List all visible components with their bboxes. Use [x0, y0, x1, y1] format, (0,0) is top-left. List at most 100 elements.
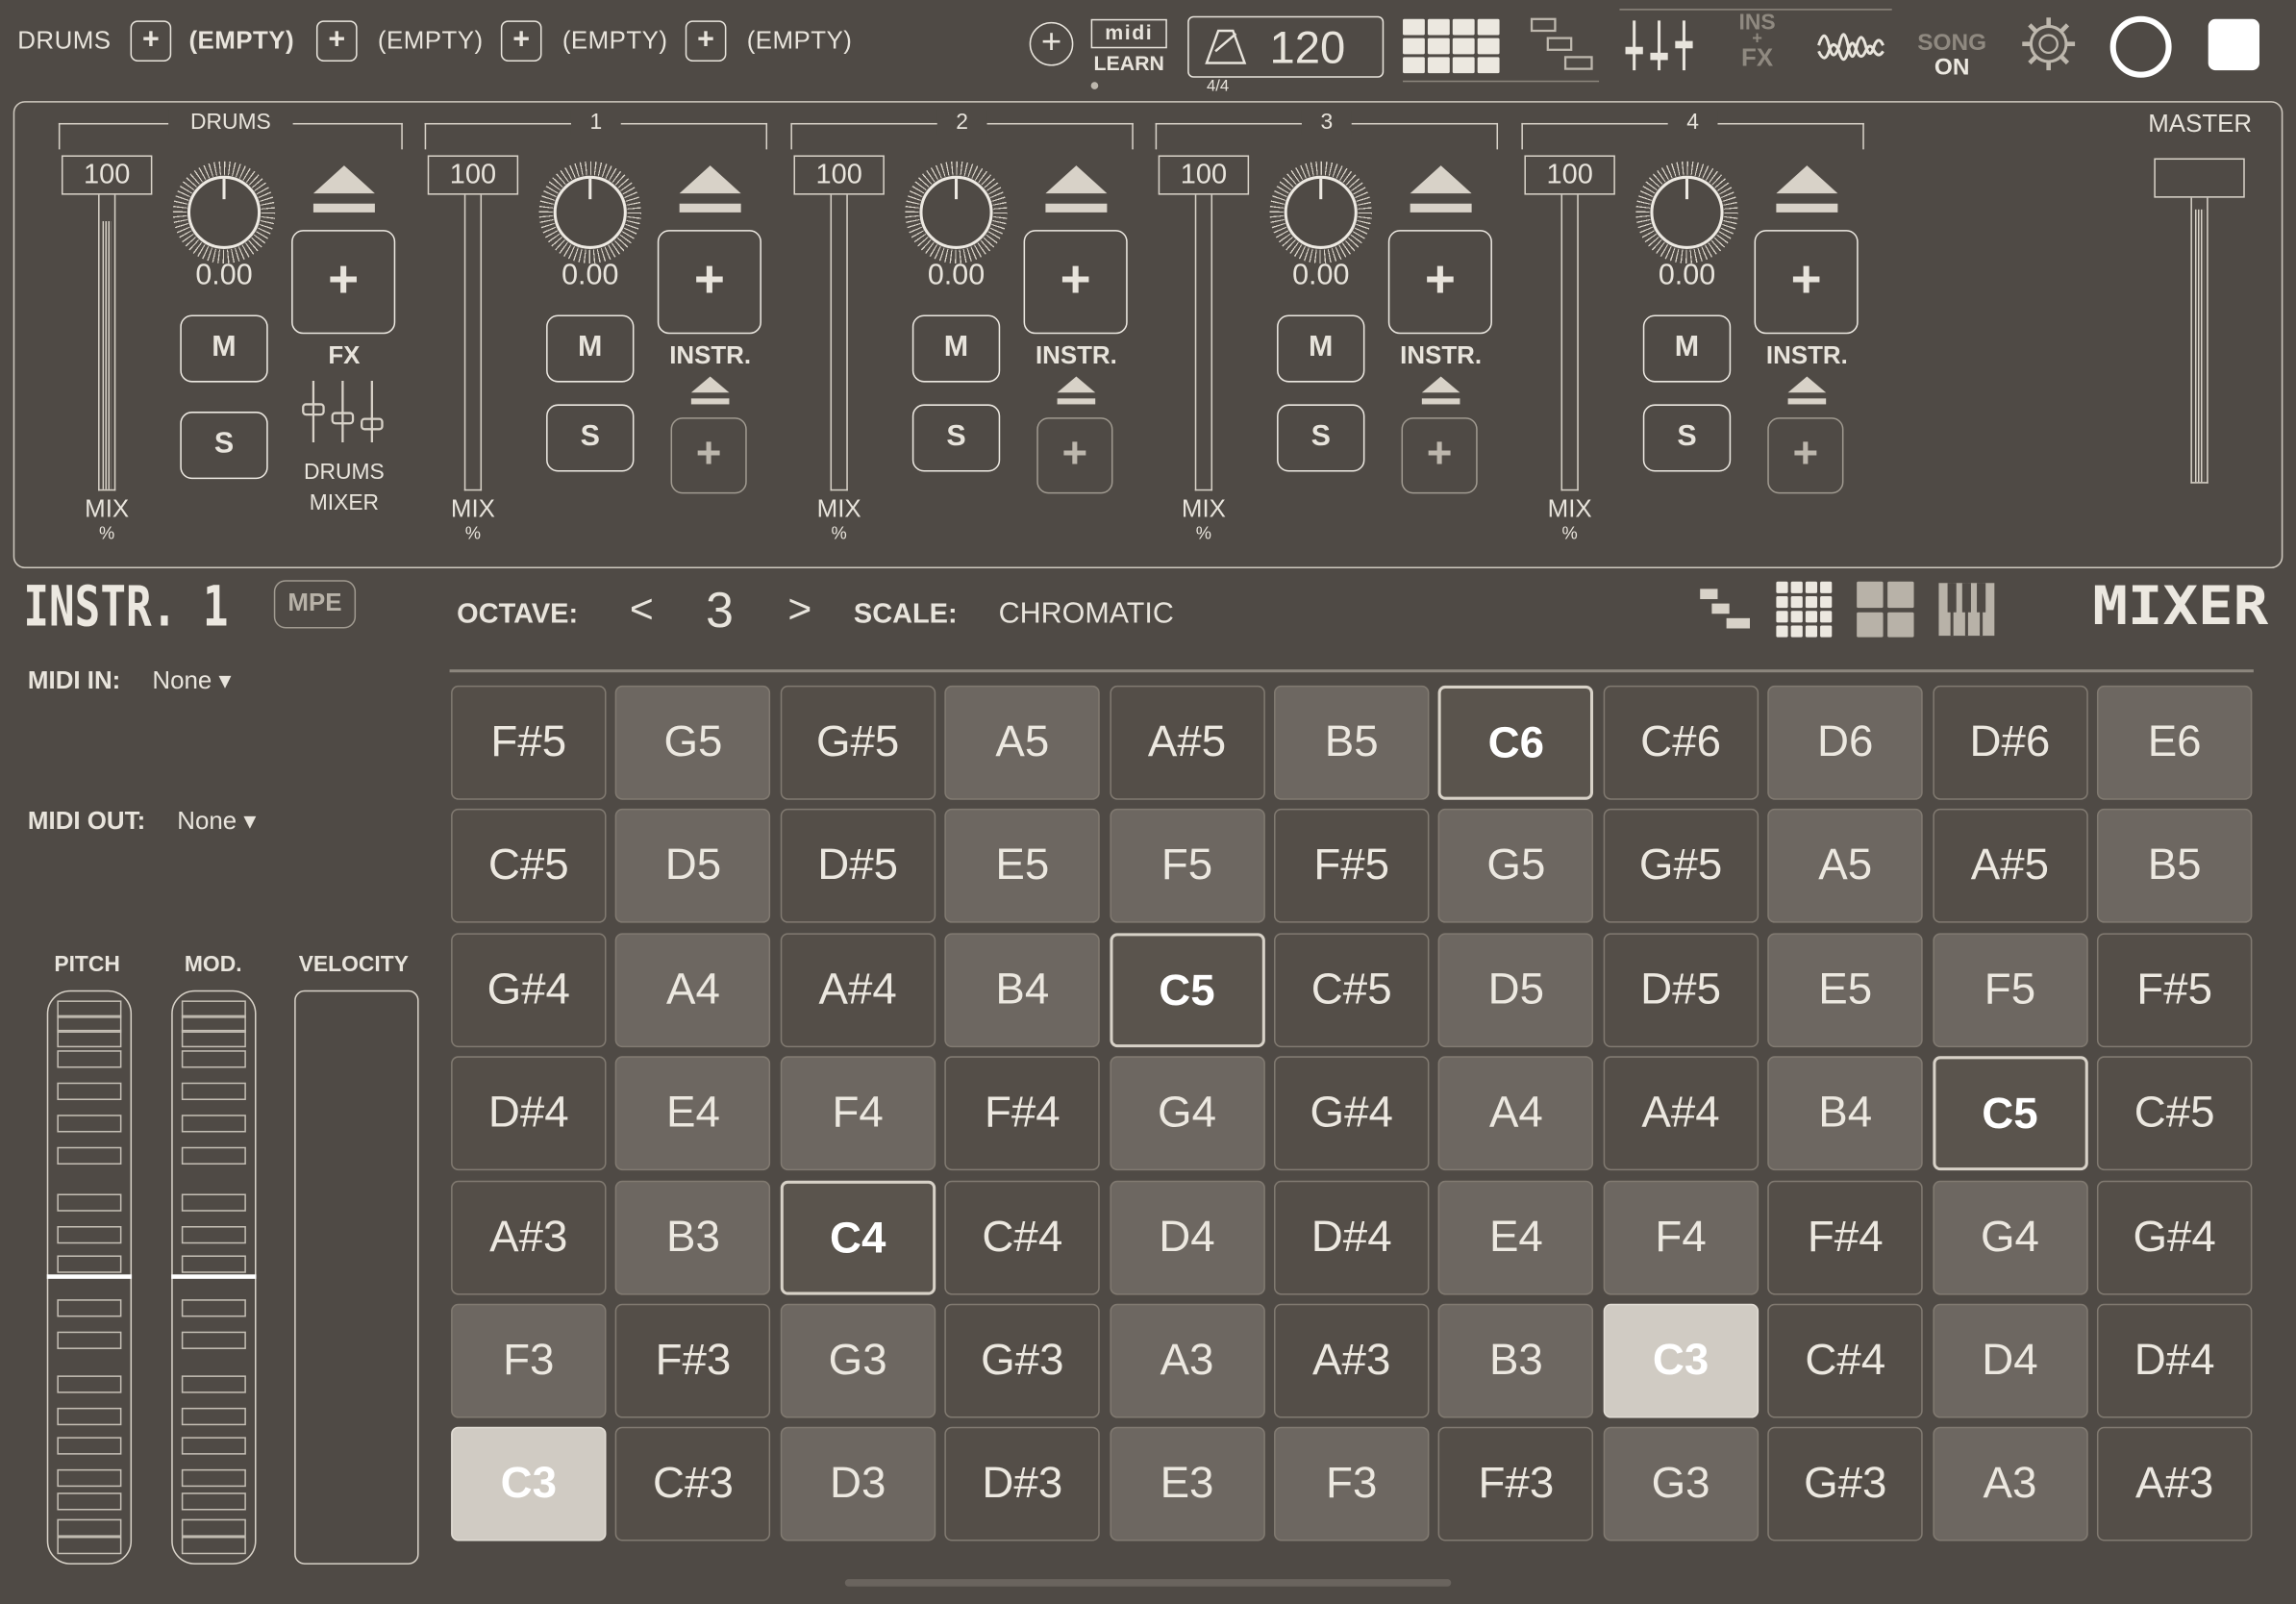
- keyboard-view-icon[interactable]: [1937, 582, 1996, 638]
- add-circle-icon[interactable]: +: [1029, 21, 1074, 66]
- add-instrument-button[interactable]: +: [1754, 230, 1859, 335]
- note-pad[interactable]: A#4: [1603, 1056, 1759, 1171]
- note-pad[interactable]: D5: [1438, 933, 1594, 1047]
- note-pad[interactable]: C3: [451, 1427, 607, 1542]
- add-drums-slot-button[interactable]: +: [130, 20, 172, 62]
- add-instrument-button[interactable]: +: [1387, 230, 1492, 335]
- note-pad[interactable]: D#3: [944, 1427, 1101, 1542]
- pan-knob[interactable]: [919, 175, 993, 249]
- note-pad[interactable]: A4: [1438, 1056, 1594, 1171]
- pan-knob[interactable]: [1284, 175, 1358, 249]
- sequencer-view-icon[interactable]: [1527, 16, 1597, 75]
- mpe-button[interactable]: MPE: [273, 580, 357, 629]
- note-pad[interactable]: G#3: [1767, 1427, 1923, 1542]
- note-pad[interactable]: D#5: [1603, 933, 1759, 1047]
- note-pad[interactable]: D#4: [1274, 1180, 1430, 1294]
- note-pad[interactable]: E4: [615, 1056, 771, 1171]
- note-pad[interactable]: G5: [615, 685, 771, 800]
- note-pad[interactable]: E3: [1109, 1427, 1265, 1542]
- eject-icon[interactable]: [679, 165, 741, 194]
- note-pad[interactable]: A3: [1109, 1303, 1265, 1418]
- solo-button[interactable]: S: [911, 404, 1001, 472]
- add-fx-slot-button[interactable]: +: [670, 417, 747, 494]
- pad-grid-view-icon[interactable]: [1776, 581, 1834, 638]
- note-pad[interactable]: C4: [780, 1180, 936, 1294]
- octave-down-button[interactable]: <: [630, 586, 654, 633]
- channel-volume-value[interactable]: 100: [1158, 155, 1250, 195]
- note-pad[interactable]: A#4: [780, 933, 936, 1047]
- note-pad[interactable]: C#5: [2096, 1056, 2253, 1171]
- note-pad[interactable]: C5: [1932, 1056, 2088, 1171]
- note-pad[interactable]: F#4: [1767, 1180, 1923, 1294]
- note-pad[interactable]: G4: [1109, 1056, 1265, 1171]
- pan-knob[interactable]: [1650, 175, 1724, 249]
- step-view-icon[interactable]: [1697, 586, 1753, 633]
- note-pad[interactable]: G5: [1438, 809, 1594, 924]
- note-pad[interactable]: G#4: [451, 933, 607, 1047]
- drums-mixer-label[interactable]: DRUMS MIXER: [278, 457, 410, 518]
- fx-eject-icon[interactable]: [1787, 376, 1827, 393]
- mod-wheel[interactable]: [171, 990, 257, 1565]
- note-pad[interactable]: C3: [1603, 1303, 1759, 1418]
- track-3-slot-label[interactable]: (EMPTY): [747, 26, 853, 55]
- note-pad[interactable]: C#6: [1603, 685, 1759, 800]
- settings-gear-icon[interactable]: [2019, 14, 2078, 73]
- note-pad[interactable]: A#3: [451, 1180, 607, 1294]
- add-track-1-button[interactable]: +: [315, 20, 358, 62]
- midi-in-select[interactable]: None ▾: [152, 666, 231, 695]
- note-pad[interactable]: C5: [1109, 933, 1265, 1047]
- mute-button[interactable]: M: [546, 314, 635, 383]
- note-pad[interactable]: G#4: [2096, 1180, 2253, 1294]
- note-pad[interactable]: C#3: [615, 1427, 771, 1542]
- note-pad[interactable]: G#5: [780, 685, 936, 800]
- fx-eject-icon[interactable]: [690, 376, 730, 393]
- note-pad[interactable]: F5: [1109, 809, 1265, 924]
- drums-slot-label[interactable]: (EMPTY): [188, 26, 294, 55]
- note-pad[interactable]: D5: [615, 809, 771, 924]
- scale-value[interactable]: CHROMATIC: [999, 598, 1174, 632]
- note-pad[interactable]: F#5: [451, 685, 607, 800]
- note-pad[interactable]: F3: [451, 1303, 607, 1418]
- note-pad[interactable]: G#3: [944, 1303, 1101, 1418]
- note-pad[interactable]: F#5: [1274, 809, 1430, 924]
- eject-icon[interactable]: [1045, 165, 1108, 194]
- stop-button[interactable]: [2208, 18, 2259, 71]
- note-pad[interactable]: E6: [2096, 685, 2253, 800]
- tempo-box[interactable]: 120: [1187, 15, 1385, 78]
- note-pad[interactable]: B3: [615, 1180, 771, 1294]
- note-pad[interactable]: D#5: [780, 809, 936, 924]
- note-pad[interactable]: F5: [1932, 933, 2088, 1047]
- add-fx-button[interactable]: +: [291, 230, 396, 335]
- time-signature[interactable]: 4/4: [1207, 78, 1229, 95]
- add-instrument-button[interactable]: +: [657, 230, 761, 335]
- note-pad[interactable]: G#5: [1603, 809, 1759, 924]
- pan-knob[interactable]: [187, 175, 262, 249]
- note-pad[interactable]: F4: [780, 1056, 936, 1171]
- mixer-toggle-button[interactable]: MIXER: [2092, 579, 2271, 632]
- solo-button[interactable]: S: [1642, 404, 1732, 472]
- solo-button[interactable]: S: [180, 412, 268, 480]
- note-pad[interactable]: D#4: [451, 1056, 607, 1171]
- channel-volume-fader[interactable]: [1560, 194, 1579, 491]
- eject-icon[interactable]: [1776, 165, 1838, 194]
- note-pad[interactable]: C#4: [944, 1180, 1101, 1294]
- note-pad[interactable]: B3: [1438, 1303, 1594, 1418]
- note-pad[interactable]: B5: [2096, 809, 2253, 924]
- note-pad[interactable]: A5: [1767, 809, 1923, 924]
- eject-icon[interactable]: [1410, 165, 1472, 194]
- note-pad[interactable]: D4: [1109, 1180, 1265, 1294]
- quad-view-icon[interactable]: [1857, 581, 1915, 638]
- add-fx-slot-button[interactable]: +: [1401, 417, 1478, 494]
- note-pad[interactable]: D#6: [1932, 685, 2088, 800]
- note-pad[interactable]: G3: [1603, 1427, 1759, 1542]
- note-pad[interactable]: G#4: [1274, 1056, 1430, 1171]
- note-pad[interactable]: F#4: [944, 1056, 1101, 1171]
- solo-button[interactable]: S: [1277, 404, 1365, 472]
- note-pad[interactable]: E5: [944, 809, 1101, 924]
- pads-grid-view-icon[interactable]: [1403, 18, 1503, 78]
- channel-volume-value[interactable]: 100: [793, 155, 885, 195]
- add-fx-slot-button[interactable]: +: [1767, 417, 1844, 494]
- channel-volume-value[interactable]: 100: [61, 155, 153, 195]
- master-fader-handle[interactable]: [2154, 158, 2245, 198]
- note-pad[interactable]: F4: [1603, 1180, 1759, 1294]
